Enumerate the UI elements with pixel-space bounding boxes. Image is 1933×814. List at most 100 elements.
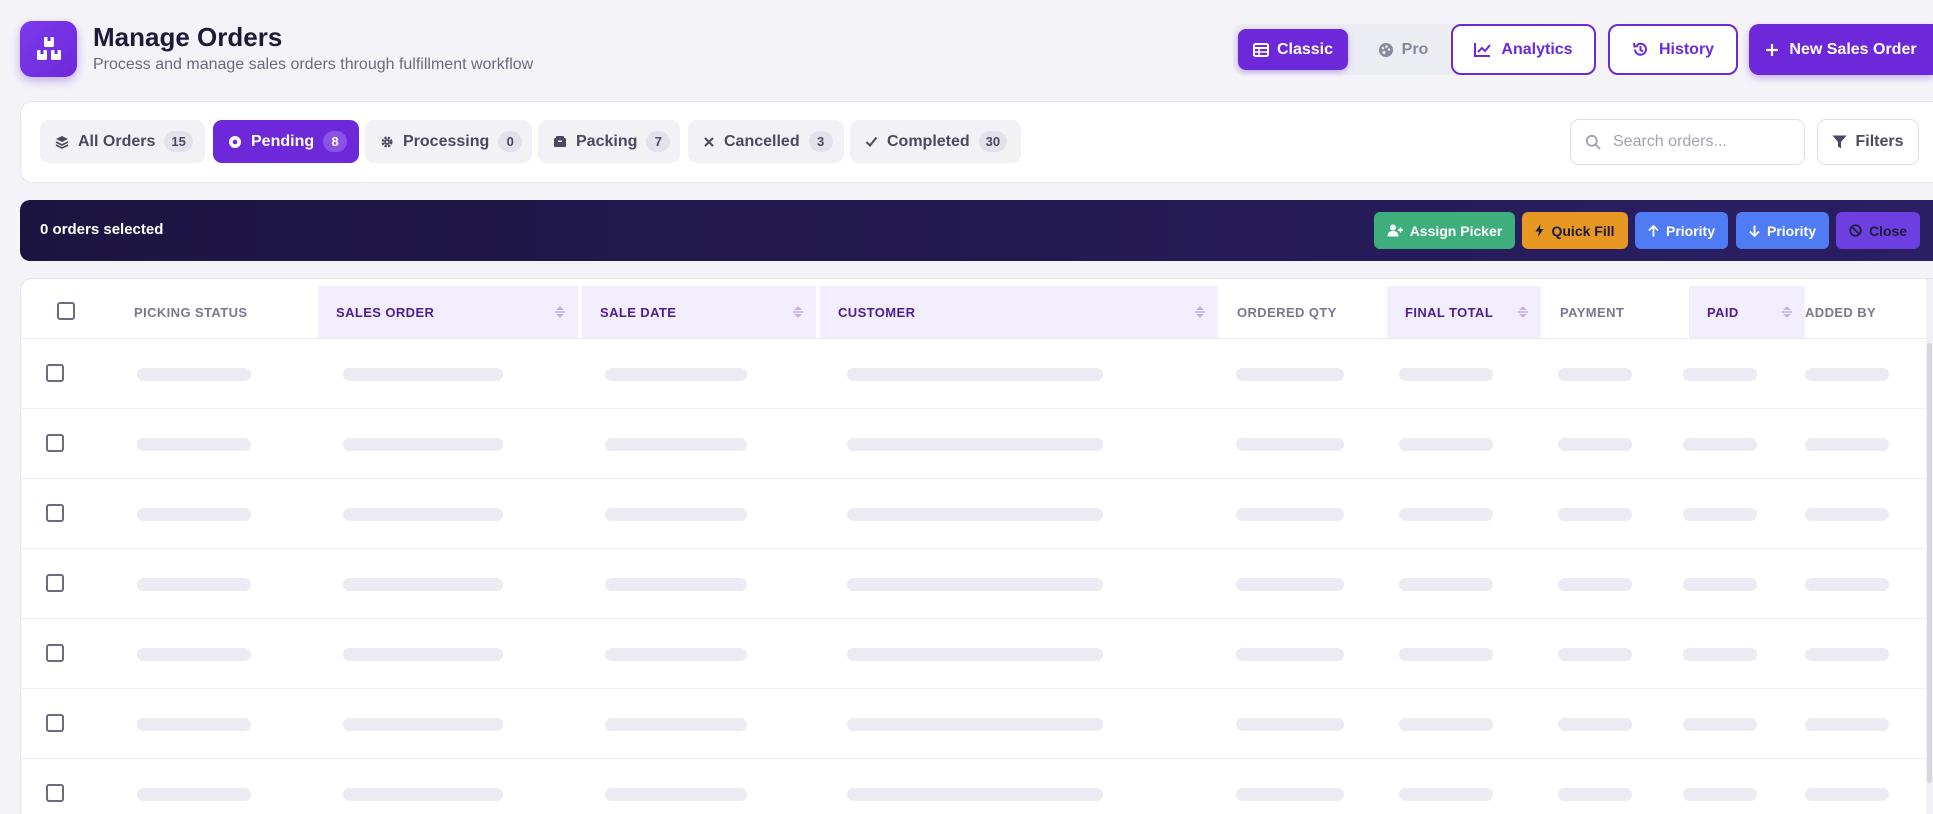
loading-skeleton — [343, 438, 503, 451]
table-row[interactable] — [21, 339, 1933, 409]
table-scrollbar-thumb[interactable] — [1927, 343, 1932, 783]
column-header-payment[interactable]: PAYMENT — [1542, 286, 1688, 338]
loading-skeleton — [847, 438, 1103, 451]
assign-picker-label: Assign Picker — [1409, 222, 1503, 239]
table-row[interactable] — [21, 409, 1933, 479]
loading-skeleton — [137, 578, 251, 591]
loading-skeleton — [847, 368, 1103, 381]
loading-skeleton — [137, 438, 251, 451]
row-checkbox[interactable] — [46, 434, 64, 452]
column-header-label: FINAL TOTAL — [1405, 304, 1494, 320]
table-row[interactable] — [21, 619, 1933, 689]
loading-skeleton — [343, 508, 503, 521]
sort-icon[interactable] — [1517, 305, 1529, 319]
loading-skeleton — [343, 718, 503, 731]
loading-skeleton — [605, 438, 747, 451]
classic-view-button[interactable]: Classic — [1238, 29, 1348, 70]
priority-up-label: Priority — [1665, 222, 1715, 239]
table-row[interactable] — [21, 759, 1933, 814]
analytics-button[interactable]: Analytics — [1451, 24, 1596, 75]
tab-count-badge: 7 — [646, 131, 671, 152]
loading-skeleton — [1558, 788, 1632, 801]
classic-view-label: Classic — [1276, 40, 1334, 58]
pro-view-button[interactable]: Pro — [1358, 29, 1448, 70]
column-header-label: SALES ORDER — [336, 304, 435, 320]
chart-line-icon — [1474, 43, 1492, 57]
loading-skeleton — [1558, 438, 1632, 451]
column-header-picking-status[interactable]: PICKING STATUS — [116, 286, 336, 338]
tab-count-badge: 3 — [808, 131, 833, 152]
loading-skeleton — [343, 648, 503, 661]
filters-button[interactable]: Filters — [1817, 119, 1919, 165]
layers-icon — [55, 135, 69, 149]
table-row[interactable] — [21, 549, 1933, 619]
tab-cancelled[interactable]: Cancelled 3 — [688, 120, 844, 163]
tab-completed[interactable]: Completed 30 — [850, 120, 1021, 163]
palette-icon — [1378, 42, 1393, 57]
tab-label: All Orders — [78, 132, 156, 150]
page-header: Manage Orders Process and manage sales o… — [20, 20, 1933, 78]
history-button[interactable]: History — [1608, 24, 1738, 75]
loading-skeleton — [1399, 648, 1493, 661]
column-header-sales-order[interactable]: SALES ORDER — [318, 286, 578, 338]
orders-table: PICKING STATUS SALES ORDER SALE DATE CUS… — [20, 278, 1933, 814]
column-header-label: PICKING STATUS — [134, 304, 248, 320]
sort-icon[interactable] — [1194, 305, 1206, 319]
loading-skeleton — [605, 788, 747, 801]
loading-skeleton — [605, 648, 747, 661]
loading-skeleton — [1805, 718, 1889, 731]
search-icon — [1585, 134, 1601, 150]
tab-label: Completed — [887, 132, 970, 150]
table-row[interactable] — [21, 479, 1933, 549]
row-checkbox[interactable] — [46, 574, 64, 592]
loading-skeleton — [1805, 648, 1889, 661]
column-header-sale-date[interactable]: SALE DATE — [582, 286, 816, 338]
row-checkbox[interactable] — [46, 784, 64, 802]
column-header-final-total[interactable]: FINAL TOTAL — [1387, 286, 1541, 338]
priority-up-button[interactable]: Priority — [1635, 212, 1728, 249]
tab-count-badge: 30 — [978, 131, 1008, 152]
priority-down-button[interactable]: Priority — [1736, 212, 1829, 249]
quick-fill-button[interactable]: Quick Fill — [1522, 212, 1628, 249]
check-icon — [865, 136, 878, 147]
search-input[interactable] — [1613, 133, 1793, 151]
tab-all-orders[interactable]: All Orders 15 — [40, 120, 205, 163]
loading-skeleton — [1805, 788, 1889, 801]
column-header-added-by[interactable]: ADDED BY — [1787, 286, 1927, 338]
tab-label: Pending — [251, 132, 315, 150]
row-checkbox[interactable] — [46, 364, 64, 382]
loading-skeleton — [847, 578, 1103, 591]
close-selection-button[interactable]: Close — [1836, 212, 1920, 249]
loading-skeleton — [137, 718, 251, 731]
new-sales-order-button[interactable]: New Sales Order — [1749, 24, 1933, 75]
loading-skeleton — [1805, 368, 1889, 381]
loading-skeleton — [1683, 578, 1757, 591]
column-header-label: ORDERED QTY — [1237, 304, 1337, 320]
assign-picker-button[interactable]: Assign Picker — [1374, 212, 1515, 249]
column-header-customer[interactable]: CUSTOMER — [820, 286, 1218, 338]
column-header-ordered-qty[interactable]: ORDERED QTY — [1219, 286, 1405, 338]
tab-count-badge: 15 — [164, 131, 193, 152]
select-all-checkbox[interactable] — [57, 302, 75, 320]
loading-skeleton — [1558, 368, 1632, 381]
table-row[interactable] — [21, 689, 1933, 759]
column-header-label: CUSTOMER — [838, 304, 916, 320]
sort-icon[interactable] — [792, 305, 804, 319]
tab-processing[interactable]: Processing 0 — [365, 120, 532, 163]
tab-pending[interactable]: Pending 8 — [213, 120, 359, 163]
loading-skeleton — [605, 368, 747, 381]
table-scrollbar-track[interactable] — [1926, 279, 1933, 814]
tab-packing[interactable]: Packing 7 — [538, 120, 680, 163]
loading-skeleton — [137, 508, 251, 521]
loading-skeleton — [1399, 578, 1493, 591]
new-sales-order-label: New Sales Order — [1789, 40, 1917, 58]
arrow-up-icon — [1648, 224, 1659, 236]
pro-view-label: Pro — [1401, 40, 1429, 58]
close-label: Close — [1868, 222, 1908, 239]
tab-count-badge: 8 — [323, 131, 348, 152]
row-checkbox[interactable] — [46, 644, 64, 662]
row-checkbox[interactable] — [46, 504, 64, 522]
x-icon — [704, 136, 714, 147]
row-checkbox[interactable] — [46, 714, 64, 732]
sort-icon[interactable] — [554, 305, 566, 319]
